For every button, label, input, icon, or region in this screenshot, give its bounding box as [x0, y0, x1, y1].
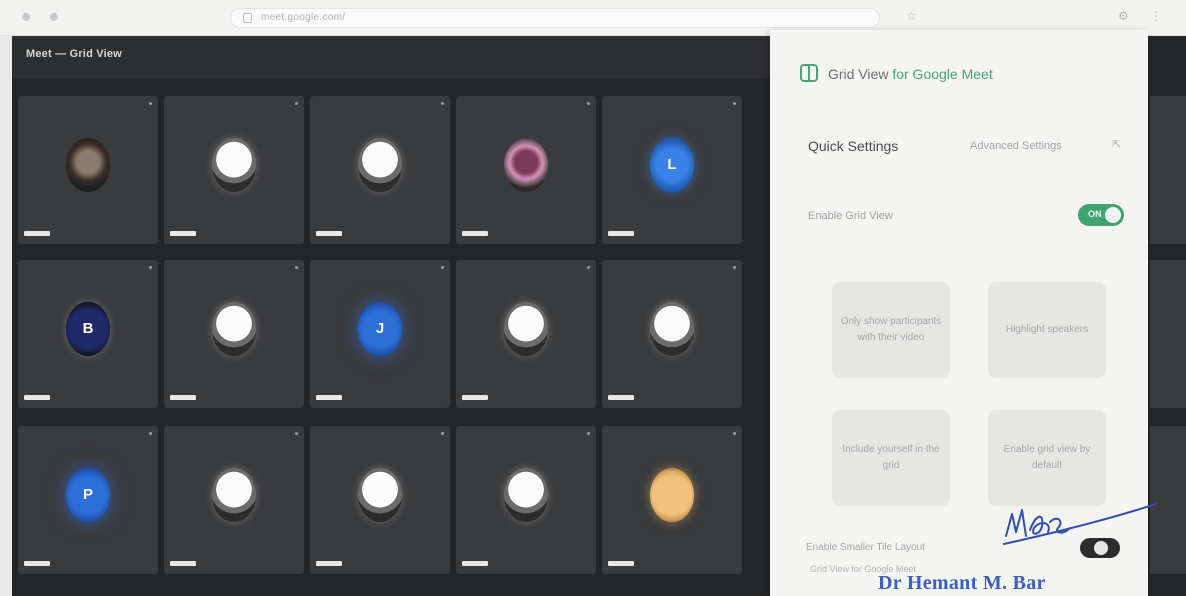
toggle-knob	[1105, 207, 1121, 223]
participant-avatar: L	[650, 138, 694, 192]
participant-name-label	[24, 561, 50, 566]
participant-tile[interactable]	[164, 426, 304, 574]
address-bar[interactable]: meet.google.com/	[230, 8, 880, 28]
more-options-icon[interactable]	[587, 102, 590, 105]
smaller-tile-layout-label: Enable Smaller Tile Layout	[806, 542, 925, 553]
participant-name-label	[608, 231, 634, 236]
option-label: Enable grid view by default	[1003, 444, 1091, 471]
bookmark-icon[interactable]: ☆	[906, 9, 917, 23]
participant-avatar	[212, 138, 256, 192]
more-options-icon[interactable]	[295, 266, 298, 269]
participant-name-label	[316, 561, 342, 566]
participant-name-label	[24, 395, 50, 400]
avatar-initial: L	[667, 156, 677, 173]
participant-name-label	[462, 231, 488, 236]
stamp-name: Dr Hemant M. Bar	[878, 572, 1046, 594]
participant-avatar: B	[66, 302, 110, 356]
refresh-icon[interactable]	[50, 13, 58, 21]
participant-tile[interactable]	[310, 96, 450, 244]
page: meet.google.com/ ☆ ⚙ ⋮ Meet — Grid View …	[0, 0, 1186, 596]
participant-avatar	[504, 302, 548, 356]
enable-grid-toggle[interactable]: ON	[1078, 204, 1124, 226]
extensions-icon[interactable]: ⚙	[1118, 9, 1129, 23]
more-options-icon[interactable]	[587, 266, 590, 269]
external-link-icon[interactable]: ⇱	[1112, 138, 1121, 151]
participant-avatar	[212, 468, 256, 522]
participant-tile[interactable]	[456, 426, 596, 574]
participant-tile[interactable]: J	[310, 260, 450, 408]
participant-avatar	[358, 468, 402, 522]
option-label: Include yourself in the grid	[842, 444, 940, 471]
advanced-settings-link[interactable]: Advanced Settings	[970, 140, 1062, 152]
panel-title-suffix: for Google Meet	[892, 66, 993, 82]
more-options-icon[interactable]	[733, 102, 736, 105]
lock-icon	[243, 13, 252, 23]
participant-avatar	[650, 468, 694, 522]
participant-avatar: P	[66, 468, 110, 522]
participant-avatar	[504, 138, 548, 192]
quick-settings-heading: Quick Settings	[808, 138, 899, 154]
menu-icon[interactable]: ⋮	[1150, 9, 1162, 23]
more-options-icon[interactable]	[733, 266, 736, 269]
more-options-icon[interactable]	[587, 432, 590, 435]
participant-name-label	[170, 395, 196, 400]
panel-title-prefix: Grid View	[828, 66, 889, 82]
more-options-icon[interactable]	[441, 432, 444, 435]
more-options-icon[interactable]	[149, 266, 152, 269]
more-options-icon[interactable]	[149, 102, 152, 105]
participant-avatar	[66, 138, 110, 192]
more-options-icon[interactable]	[441, 266, 444, 269]
participant-name-label	[462, 561, 488, 566]
participant-tile[interactable]	[164, 96, 304, 244]
more-options-icon[interactable]	[295, 432, 298, 435]
participant-name-label	[608, 561, 634, 566]
option-label: Highlight speakers	[1005, 324, 1089, 335]
more-options-icon[interactable]	[149, 432, 152, 435]
only-video-participants-option[interactable]: Only show participants with their video	[832, 282, 950, 378]
participant-name-label	[170, 231, 196, 236]
participant-avatar	[212, 302, 256, 356]
participant-name-label	[462, 395, 488, 400]
more-options-icon[interactable]	[733, 432, 736, 435]
participant-avatar	[358, 138, 402, 192]
panel-title: Grid View for Google Meet	[828, 66, 993, 82]
participant-tile[interactable]	[602, 260, 742, 408]
option-label: Only show participants with their video	[840, 316, 942, 343]
include-yourself-option[interactable]: Include yourself in the grid	[832, 410, 950, 506]
participant-tile[interactable]	[456, 260, 596, 408]
participant-tile[interactable]: L	[602, 96, 742, 244]
participant-tile[interactable]	[602, 426, 742, 574]
participant-tile[interactable]	[310, 426, 450, 574]
participant-name-label	[608, 395, 634, 400]
participant-tile[interactable]: B	[18, 260, 158, 408]
tile-edge	[1150, 96, 1186, 244]
avatar-initial: J	[375, 320, 385, 337]
more-options-icon[interactable]	[441, 102, 444, 105]
participant-avatar: J	[358, 302, 402, 356]
url-text: meet.google.com/	[261, 12, 346, 23]
back-icon[interactable]	[22, 13, 30, 21]
participant-name-label	[316, 395, 342, 400]
highlight-speakers-option[interactable]: Highlight speakers	[988, 282, 1106, 378]
participant-avatar	[504, 468, 548, 522]
avatar-initial: B	[82, 320, 94, 337]
participant-name-label	[170, 561, 196, 566]
grid-view-icon	[800, 64, 818, 82]
participant-avatar	[650, 302, 694, 356]
participant-tile[interactable]	[456, 96, 596, 244]
enable-grid-label: Enable Grid View	[808, 210, 893, 222]
toggle-state: ON	[1088, 209, 1102, 219]
tile-edge	[1150, 260, 1186, 408]
participant-name-label	[316, 231, 342, 236]
more-options-icon[interactable]	[295, 102, 298, 105]
avatar-initial: P	[82, 486, 93, 503]
participant-tile[interactable]	[18, 96, 158, 244]
participant-name-label	[24, 231, 50, 236]
meeting-title: Meet — Grid View	[26, 48, 122, 60]
handwritten-signature	[1003, 503, 1157, 545]
participant-tile[interactable]: P	[18, 426, 158, 574]
participant-tile[interactable]	[164, 260, 304, 408]
meeting-header: Meet — Grid View	[12, 36, 772, 78]
